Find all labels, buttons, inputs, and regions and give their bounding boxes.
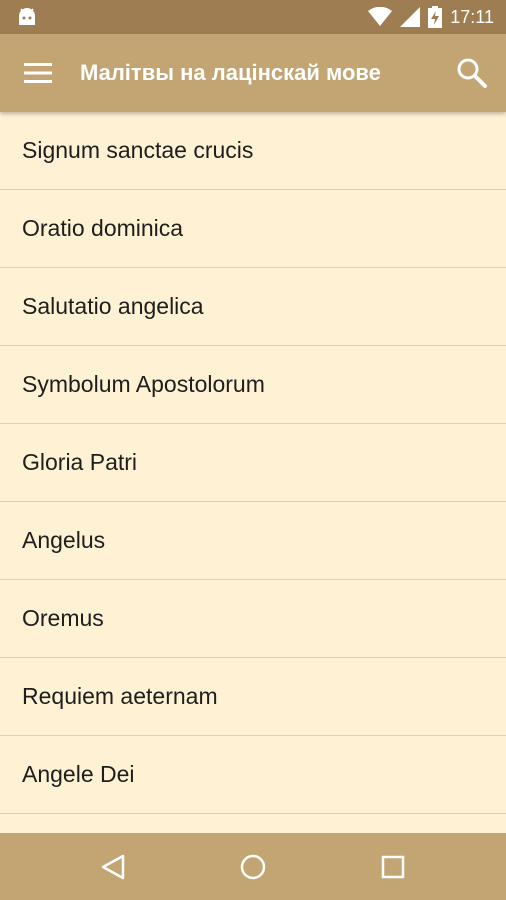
list-item[interactable]: Signum sanctae crucis bbox=[0, 112, 506, 190]
list-item[interactable]: Requiem aeternam bbox=[0, 658, 506, 736]
search-button[interactable] bbox=[448, 49, 496, 97]
system-nav-bar bbox=[0, 833, 506, 900]
list-item[interactable]: Angele Dei bbox=[0, 736, 506, 814]
search-icon bbox=[457, 58, 487, 88]
list-item[interactable]: Angelus bbox=[0, 502, 506, 580]
recents-icon bbox=[381, 855, 405, 879]
home-button[interactable] bbox=[228, 842, 278, 892]
hamburger-menu-icon bbox=[24, 63, 52, 83]
list-item[interactable]: Symbolum Apostolorum bbox=[0, 346, 506, 424]
list-item[interactable]: Salutatio angelica bbox=[0, 268, 506, 346]
back-button[interactable] bbox=[88, 842, 138, 892]
app-bar: Малітвы на лацінскай мове bbox=[0, 34, 506, 112]
status-bar: 17:11 bbox=[0, 0, 506, 34]
list-item[interactable]: Oratio dominica bbox=[0, 190, 506, 268]
menu-button[interactable] bbox=[14, 49, 62, 97]
android-icon bbox=[19, 8, 35, 25]
home-icon bbox=[240, 854, 266, 880]
battery-charging-icon bbox=[428, 6, 443, 28]
prayer-list: Signum sanctae crucis Oratio dominica Sa… bbox=[0, 112, 506, 833]
back-icon bbox=[101, 854, 125, 880]
clock-time: 17:11 bbox=[450, 7, 494, 27]
signal-icon bbox=[400, 7, 421, 27]
recents-button[interactable] bbox=[368, 842, 418, 892]
wifi-icon bbox=[368, 7, 393, 26]
list-item[interactable]: Gloria Patri bbox=[0, 424, 506, 502]
app-title: Малітвы на лацінскай мове bbox=[80, 60, 381, 85]
list-item[interactable]: Oremus bbox=[0, 580, 506, 658]
